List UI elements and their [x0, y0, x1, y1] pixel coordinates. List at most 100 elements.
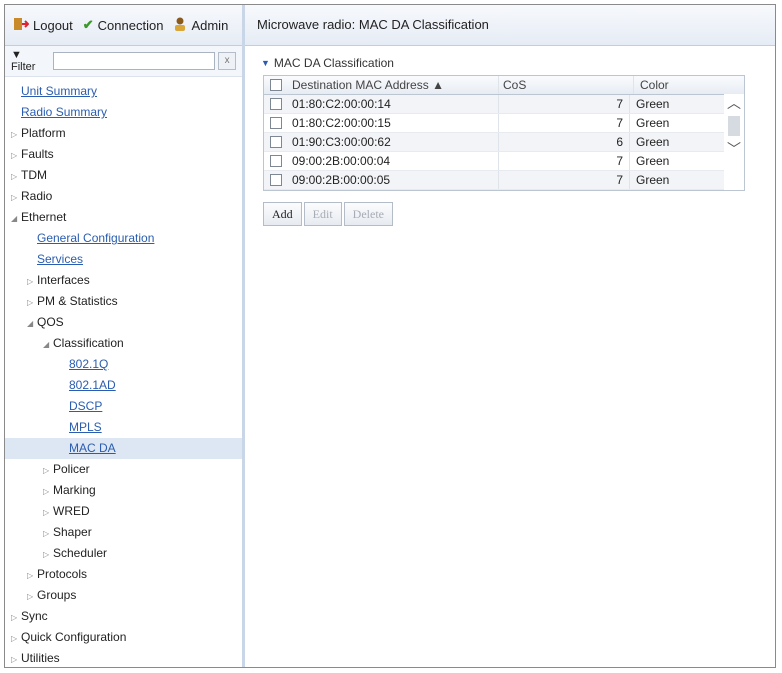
- admin-button[interactable]: Admin: [173, 17, 228, 34]
- row-checkbox[interactable]: [270, 136, 282, 148]
- collapsed-arrow-icon[interactable]: ▷: [11, 145, 21, 166]
- nav-item-policer[interactable]: ▷ Policer: [5, 459, 242, 480]
- nav-item-tdm[interactable]: ▷ TDM: [5, 165, 242, 186]
- nav-item-shaper[interactable]: ▷ Shaper: [5, 522, 242, 543]
- nav-item-unit-summary[interactable]: Unit Summary: [5, 81, 242, 102]
- nav-item-label: Scheduler: [53, 546, 108, 560]
- nav-item-label: Policer: [53, 462, 90, 476]
- nav-item-utilities[interactable]: ▷ Utilities: [5, 648, 242, 669]
- select-all-checkbox[interactable]: [270, 79, 282, 91]
- main-panel: Microwave radio: MAC DA Classification ▼…: [245, 5, 775, 667]
- collapsed-arrow-icon[interactable]: ▷: [11, 649, 21, 670]
- expanded-arrow-icon[interactable]: ◢: [11, 208, 21, 229]
- nav-item-label[interactable]: MAC DA: [69, 441, 116, 455]
- nav-item-label[interactable]: Radio Summary: [21, 105, 107, 119]
- expanded-arrow-icon[interactable]: ◢: [43, 334, 53, 355]
- scroll-thumb[interactable]: [728, 116, 740, 136]
- nav-item-quick-configuration[interactable]: ▷ Quick Configuration: [5, 627, 242, 648]
- nav-item-faults[interactable]: ▷ Faults: [5, 144, 242, 165]
- row-checkbox-cell[interactable]: [264, 114, 288, 132]
- nav-item-platform[interactable]: ▷ Platform: [5, 123, 242, 144]
- collapsed-arrow-icon[interactable]: ▷: [11, 124, 21, 145]
- row-checkbox[interactable]: [270, 174, 282, 186]
- nav-item-radio-summary[interactable]: Radio Summary: [5, 102, 242, 123]
- nav-item-pm-statistics[interactable]: ▷ PM & Statistics: [5, 291, 242, 312]
- table-row[interactable]: 09:00:2B:00:00:05 7 Green: [264, 171, 744, 190]
- nav-item-802-1q[interactable]: 802.1Q: [5, 354, 242, 375]
- nav-item-label: Protocols: [37, 567, 88, 581]
- table-row[interactable]: 01:80:C2:00:00:15 7 Green: [264, 114, 744, 133]
- action-buttons: Add Edit Delete: [263, 202, 393, 226]
- nav-item-label[interactable]: Services: [37, 252, 83, 266]
- collapsed-arrow-icon[interactable]: ▷: [43, 460, 53, 481]
- row-checkbox[interactable]: [270, 98, 282, 110]
- nav-item-marking[interactable]: ▷ Marking: [5, 480, 242, 501]
- collapsed-arrow-icon[interactable]: ▷: [43, 544, 53, 565]
- add-button[interactable]: Add: [263, 202, 302, 226]
- nav-item-label[interactable]: MPLS: [69, 420, 102, 434]
- nav-item-dscp[interactable]: DSCP: [5, 396, 242, 417]
- row-checkbox-cell[interactable]: [264, 95, 288, 113]
- clear-filter-button[interactable]: x: [218, 52, 236, 70]
- filter-input[interactable]: [52, 52, 216, 70]
- collapsed-arrow-icon[interactable]: ▷: [27, 565, 37, 586]
- collapsed-arrow-icon[interactable]: ▷: [27, 271, 37, 292]
- scroll-down-icon[interactable]: ﹀: [727, 140, 741, 158]
- collapsed-arrow-icon[interactable]: ▷: [11, 607, 21, 628]
- cos-cell: 7: [499, 152, 630, 170]
- logout-button[interactable]: Logout: [13, 17, 73, 34]
- collapsed-arrow-icon[interactable]: ▷: [27, 292, 37, 313]
- row-checkbox[interactable]: [270, 155, 282, 167]
- collapsed-arrow-icon[interactable]: ▷: [43, 502, 53, 523]
- nav-item-label[interactable]: General Configuration: [37, 231, 154, 245]
- nav-item-sync[interactable]: ▷ Sync: [5, 606, 242, 627]
- nav-item-radio[interactable]: ▷ Radio: [5, 186, 242, 207]
- color-cell: Green: [636, 154, 670, 168]
- nav-item-interfaces[interactable]: ▷ Interfaces: [5, 270, 242, 291]
- nav-item-classification[interactable]: ◢ Classification: [5, 333, 242, 354]
- nav-item-wred[interactable]: ▷ WRED: [5, 501, 242, 522]
- delete-button[interactable]: Delete: [343, 202, 393, 226]
- section-header[interactable]: ▼ MAC DA Classification: [261, 56, 775, 70]
- nav-item-label[interactable]: Unit Summary: [21, 84, 97, 98]
- nav-item-qos[interactable]: ◢ QOS: [5, 312, 242, 333]
- collapsed-arrow-icon[interactable]: ▷: [43, 523, 53, 544]
- collapsed-arrow-icon[interactable]: ▷: [27, 586, 37, 607]
- nav-item-ethernet[interactable]: ◢ Ethernet: [5, 207, 242, 228]
- edit-button[interactable]: Edit: [303, 202, 342, 226]
- row-checkbox[interactable]: [270, 117, 282, 129]
- nav-item-label: QOS: [37, 315, 64, 329]
- nav-item-mac-da[interactable]: MAC DA: [5, 438, 242, 459]
- column-header-color[interactable]: Color: [634, 76, 740, 94]
- column-header-mac[interactable]: Destination MAC Address ▲: [288, 76, 499, 94]
- nav-item-label[interactable]: DSCP: [69, 399, 102, 413]
- cos-cell: 7: [499, 95, 630, 113]
- nav-item-services[interactable]: Services: [5, 249, 242, 270]
- select-all-checkbox-cell[interactable]: [264, 76, 288, 94]
- collapsed-arrow-icon[interactable]: ▷: [11, 187, 21, 208]
- nav-item-label[interactable]: 802.1Q: [69, 357, 108, 371]
- nav-item-general-configuration[interactable]: General Configuration: [5, 228, 242, 249]
- nav-item-label[interactable]: 802.1AD: [69, 378, 116, 392]
- table-row[interactable]: 01:80:C2:00:00:14 7 Green: [264, 95, 744, 114]
- table-row[interactable]: 09:00:2B:00:00:04 7 Green: [264, 152, 744, 171]
- nav-item-groups[interactable]: ▷ Groups: [5, 585, 242, 606]
- nav-item-protocols[interactable]: ▷ Protocols: [5, 564, 242, 585]
- row-checkbox-cell[interactable]: [264, 171, 288, 189]
- connection-button[interactable]: ✔ Connection: [83, 17, 164, 33]
- nav-item-802-1ad[interactable]: 802.1AD: [5, 375, 242, 396]
- column-header-cos[interactable]: CoS: [499, 76, 634, 94]
- nav-item-scheduler[interactable]: ▷ Scheduler: [5, 543, 242, 564]
- collapsed-arrow-icon[interactable]: ▷: [11, 166, 21, 187]
- collapsed-arrow-icon[interactable]: ▷: [43, 481, 53, 502]
- table-scrollbar[interactable]: ︿ ﹀: [724, 94, 744, 190]
- top-toolbar: Logout ✔ Connection Admin: [5, 5, 242, 46]
- row-checkbox-cell[interactable]: [264, 152, 288, 170]
- row-checkbox-cell[interactable]: [264, 133, 288, 151]
- nav-item-mpls[interactable]: MPLS: [5, 417, 242, 438]
- scroll-up-icon[interactable]: ︿: [727, 94, 741, 112]
- mac-cell: 09:00:2B:00:00:04: [288, 152, 499, 170]
- expanded-arrow-icon[interactable]: ◢: [27, 313, 37, 334]
- table-row[interactable]: 01:90:C3:00:00:62 6 Green: [264, 133, 744, 152]
- collapsed-arrow-icon[interactable]: ▷: [11, 628, 21, 649]
